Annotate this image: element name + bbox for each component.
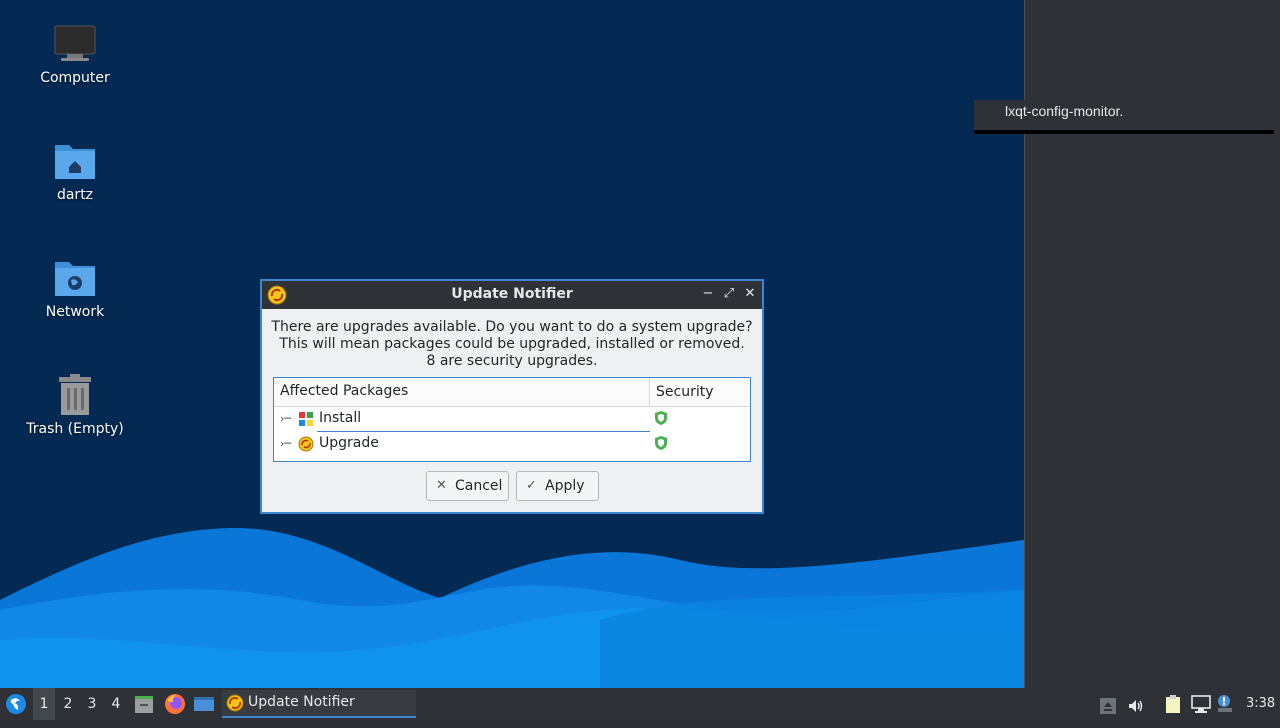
update-notifier-task-icon (226, 694, 244, 716)
workspace-2[interactable]: 2 (57, 688, 79, 720)
workspace-1[interactable]: 1 (33, 688, 55, 720)
shield-icon (654, 435, 668, 455)
taskbar: 1 2 3 4 Update Notifier 3:38 (0, 688, 1280, 720)
desktop-icon-home[interactable]: dartz (15, 139, 135, 203)
network-status-icon[interactable] (1190, 694, 1212, 714)
trash-icon (53, 373, 97, 417)
dialog-titlebar[interactable]: Update Notifier − ⤢ ✕ (262, 281, 762, 309)
column-header-security[interactable]: Security (649, 378, 714, 406)
clock[interactable]: 3:38 (1246, 688, 1275, 720)
tree-row-upgrade[interactable]: ›─ Upgrade (274, 432, 750, 457)
volume-icon[interactable] (1127, 695, 1145, 713)
message-line: 8 are security upgrades. (426, 353, 598, 369)
package-name: Install (319, 410, 362, 426)
expand-arrow-icon[interactable]: ›─ (280, 437, 291, 450)
column-header-packages[interactable]: Affected Packages (280, 383, 408, 399)
upgrade-icon (298, 436, 314, 452)
eject-icon[interactable] (1099, 695, 1117, 714)
clipboard-icon[interactable] (1163, 694, 1183, 714)
task-button-label: Update Notifier (248, 694, 355, 710)
cancel-icon: ✕ (436, 478, 447, 493)
package-name: Upgrade (319, 435, 379, 451)
network-folder-icon (53, 256, 97, 300)
update-alert-icon[interactable] (1216, 694, 1236, 714)
apply-button[interactable]: ✓ Apply (516, 471, 599, 501)
workspace-3[interactable]: 3 (81, 688, 103, 720)
tree-row-install[interactable]: ›─ Install (274, 407, 750, 432)
tree-header: Affected Packages Security (274, 378, 750, 407)
maximize-icon[interactable]: ⤢ (721, 286, 737, 302)
workspace-4[interactable]: 4 (105, 688, 127, 720)
affected-packages-tree[interactable]: Affected Packages Security ›─ Install ›─… (273, 377, 751, 462)
cancel-button-label: Cancel (455, 478, 503, 494)
close-icon[interactable]: ✕ (742, 286, 758, 302)
desktop-icon-label: Trash (Empty) (26, 421, 124, 437)
expand-arrow-icon[interactable]: ›─ (280, 412, 291, 425)
apply-button-label: Apply (545, 478, 585, 494)
notification-text: lxqt-config-monitor. (1005, 103, 1124, 119)
desktop-icon-trash[interactable]: Trash (Empty) (15, 373, 135, 437)
update-notifier-dialog: Update Notifier − ⤢ ✕ There are upgrades… (260, 279, 764, 514)
install-icon (298, 411, 314, 427)
desktop-icon-label: Network (45, 304, 105, 320)
computer-icon (53, 22, 97, 66)
file-manager-icon[interactable] (134, 694, 154, 714)
main-menu-icon[interactable] (4, 692, 28, 716)
notification-popup[interactable]: lxqt-config-monitor. (974, 100, 1274, 134)
desktop-icon-label: dartz (56, 187, 94, 203)
dialog-title: Update Notifier (451, 286, 573, 302)
firefox-icon[interactable] (164, 693, 186, 715)
shield-icon (654, 410, 668, 430)
dialog-message: There are upgrades available. Do you wan… (262, 319, 762, 370)
minimize-icon[interactable]: − (700, 286, 716, 302)
message-line: There are upgrades available. Do you wan… (271, 319, 753, 335)
desktop-icon-computer[interactable]: Computer (15, 22, 135, 86)
cancel-button[interactable]: ✕ Cancel (426, 471, 509, 501)
desktop-icon-label: Computer (40, 70, 110, 86)
show-desktop-icon[interactable] (193, 694, 215, 714)
desktop-icon-network[interactable]: Network (15, 256, 135, 320)
task-button-update-notifier[interactable]: Update Notifier (222, 690, 416, 718)
message-line: This will mean packages could be upgrade… (279, 336, 745, 352)
home-folder-icon (53, 139, 97, 183)
checkmark-icon: ✓ (526, 478, 537, 493)
